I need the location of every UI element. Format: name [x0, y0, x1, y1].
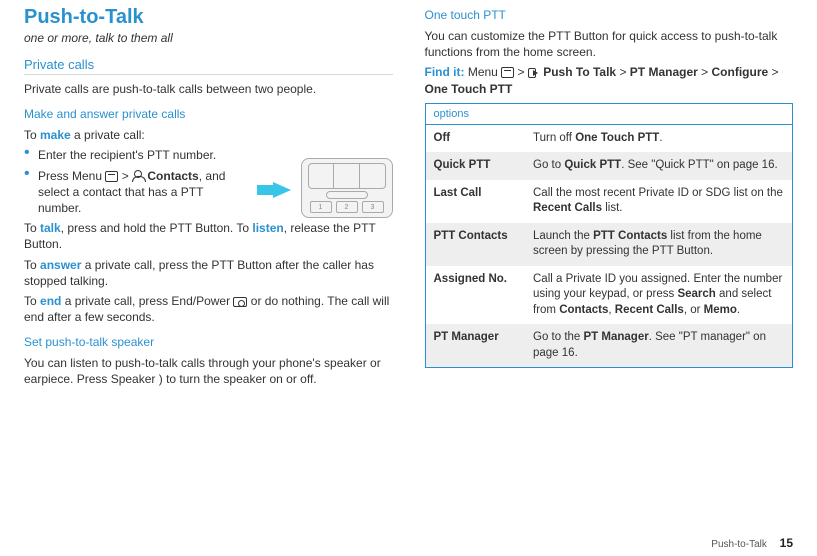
bold: Contacts	[559, 304, 608, 316]
to-make-line: To make a private call:	[24, 127, 393, 143]
contacts-label: Contacts	[147, 169, 198, 183]
option-desc: Launch the PTT Contacts list from the ho…	[525, 223, 793, 266]
bold: Quick PTT	[564, 159, 621, 171]
text: , or	[684, 304, 704, 316]
menu-icon	[105, 171, 118, 182]
option-desc: Go to Quick PTT. See "Quick PTT" on page…	[525, 152, 793, 180]
text: >	[698, 65, 712, 79]
page-title: Push-to-Talk	[24, 6, 393, 29]
end-paragraph: To end a private call, press End/Power o…	[24, 293, 393, 325]
ptt-label: Push To Talk	[543, 65, 616, 79]
find-it-label: Find it:	[425, 65, 465, 79]
page-columns: Push-to-Talk one or more, talk to them a…	[0, 0, 817, 402]
bold: Recent Calls	[615, 304, 684, 316]
table-row: Off Turn off One Touch PTT.	[425, 124, 793, 152]
text: To	[24, 221, 40, 235]
one-touch-intro: You can customize the PTT Button for qui…	[425, 28, 794, 60]
text: >	[768, 65, 778, 79]
make-call-steps: Enter the recipient's PTT number. Press …	[24, 147, 249, 216]
text: To	[24, 294, 40, 308]
text: Launch the	[533, 230, 593, 242]
bold: Search	[677, 288, 715, 300]
phone-outline: 123	[301, 158, 393, 218]
phone-diagram: 123	[273, 156, 393, 226]
speaker-heading: Set push-to-talk speaker	[24, 335, 393, 349]
menu-icon	[501, 67, 514, 78]
text: .	[737, 304, 740, 316]
list-item: Press Menu > Contacts, and select a cont…	[24, 168, 249, 217]
bold: PT Manager	[584, 331, 649, 343]
text: To	[24, 258, 40, 272]
configure-label: Configure	[712, 65, 769, 79]
right-column: One touch PTT You can customize the PTT …	[425, 6, 794, 392]
end-power-icon	[233, 297, 247, 307]
text: , press and hold the PTT Button. To	[61, 221, 253, 235]
phone-screen	[308, 163, 386, 189]
tagline: one or more, talk to them all	[24, 31, 393, 45]
ptt-icon	[528, 68, 540, 78]
contacts-icon	[132, 170, 144, 182]
phone-dpad	[326, 191, 368, 199]
one-touch-heading: One touch PTT	[425, 8, 794, 22]
bold: One Touch PTT	[575, 132, 659, 144]
option-desc: Turn off One Touch PTT.	[525, 124, 793, 152]
text: . See "Quick PTT" on page 16.	[621, 159, 777, 171]
options-table: options Off Turn off One Touch PTT. Quic…	[425, 103, 794, 369]
phone-keys: 123	[310, 201, 384, 213]
bold: Memo	[704, 304, 737, 316]
text: To	[24, 128, 40, 142]
talk-keyword: talk	[40, 221, 61, 235]
answer-keyword: answer	[40, 258, 81, 272]
text: a private call, press End/Power	[61, 294, 233, 308]
option-desc: Call the most recent Private ID or SDG l…	[525, 180, 793, 223]
option-name: Assigned No.	[425, 266, 525, 325]
find-it-path: Find it: Menu > Push To Talk > PT Manage…	[425, 64, 794, 96]
text: Turn off	[533, 132, 575, 144]
option-name: Off	[425, 124, 525, 152]
option-name: Quick PTT	[425, 152, 525, 180]
bold: Recent Calls	[533, 202, 602, 214]
end-keyword: end	[40, 294, 61, 308]
table-row: PTT Contacts Launch the PTT Contacts lis…	[425, 223, 793, 266]
one-touch-ptt-label: One Touch PTT	[425, 82, 513, 96]
arrow-icon	[273, 182, 291, 198]
text: Press Menu	[38, 169, 105, 183]
speaker-body: You can listen to push-to-talk calls thr…	[24, 355, 393, 387]
left-column: Push-to-Talk one or more, talk to them a…	[24, 6, 393, 392]
option-desc: Call a Private ID you assigned. Enter th…	[525, 266, 793, 325]
text: Menu	[464, 65, 501, 79]
list-item: Enter the recipient's PTT number.	[24, 147, 249, 163]
private-calls-heading: Private calls	[24, 57, 393, 75]
option-name: PTT Contacts	[425, 223, 525, 266]
make-answer-heading: Make and answer private calls	[24, 107, 393, 121]
text: Call the most recent Private ID or SDG l…	[533, 187, 783, 199]
text: .	[659, 132, 662, 144]
make-keyword: make	[40, 128, 71, 142]
text: >	[616, 65, 630, 79]
text: Go to	[533, 159, 564, 171]
table-row: Quick PTT Go to Quick PTT. See "Quick PT…	[425, 152, 793, 180]
pt-manager-label: PT Manager	[630, 65, 698, 79]
option-name: Last Call	[425, 180, 525, 223]
footer-section: Push-to-Talk	[711, 539, 767, 550]
private-calls-intro: Private calls are push-to-talk calls bet…	[24, 81, 393, 97]
text: Go to the	[533, 331, 584, 343]
answer-paragraph: To answer a private call, press the PTT …	[24, 257, 393, 289]
table-row: Last Call Call the most recent Private I…	[425, 180, 793, 223]
page-number: 15	[780, 536, 793, 550]
text: >	[514, 65, 528, 79]
text: list.	[602, 202, 622, 214]
table-row: PT Manager Go to the PT Manager. See "PT…	[425, 324, 793, 368]
page-footer: Push-to-Talk 15	[711, 536, 793, 550]
table-row: Assigned No. Call a Private ID you assig…	[425, 266, 793, 325]
option-name: PT Manager	[425, 324, 525, 368]
bold: PTT Contacts	[593, 230, 667, 242]
option-desc: Go to the PT Manager. See "PT manager" o…	[525, 324, 793, 368]
text: a private call:	[71, 128, 145, 142]
text: >	[118, 169, 132, 183]
options-header: options	[425, 103, 793, 124]
